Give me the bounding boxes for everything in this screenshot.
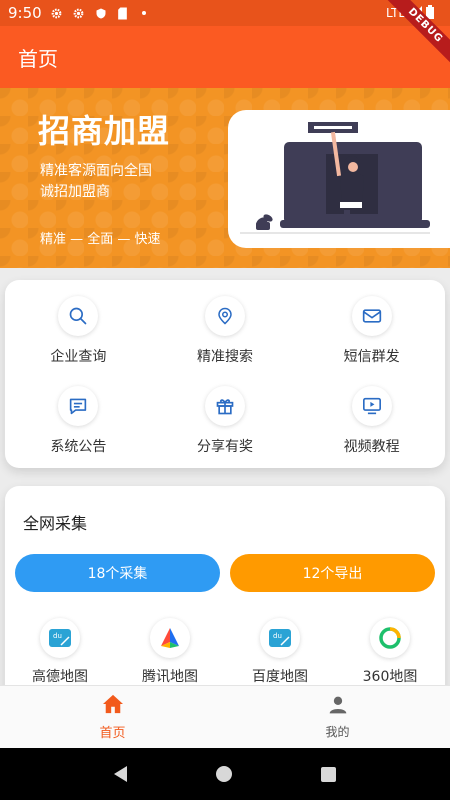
collect-button[interactable]: 18个采集	[15, 554, 220, 592]
action-system-notice[interactable]: 系统公告	[5, 376, 152, 466]
gear-icon	[72, 6, 86, 20]
notification-dot-icon	[141, 11, 146, 15]
tencent-map-icon	[150, 618, 190, 658]
action-share-reward[interactable]: 分享有奖	[152, 376, 299, 466]
action-label: 分享有奖	[196, 439, 253, 455]
source-tencent-map[interactable]: 腾讯地图	[115, 618, 225, 686]
person-icon	[328, 695, 348, 719]
video-icon	[351, 386, 392, 426]
shield-icon	[94, 6, 108, 20]
quick-actions-card: 企业查询 精准搜索 短信群发 系统公告 分享有奖 视频教程	[5, 280, 445, 468]
banner-headline: 招商加盟	[38, 112, 171, 150]
gear-icon	[50, 6, 64, 20]
source-label: 360地图	[362, 669, 418, 685]
recents-icon[interactable]	[320, 766, 336, 782]
baidu-map-icon: du	[260, 618, 300, 658]
back-icon[interactable]	[114, 766, 128, 782]
gift-icon	[204, 386, 245, 426]
source-360-map[interactable]: 360地图	[335, 618, 445, 686]
page-title: 首页	[18, 46, 58, 71]
chat-icon	[58, 386, 99, 426]
status-time: 9:50	[8, 4, 42, 22]
360-map-icon	[370, 618, 410, 658]
svg-text:du: du	[53, 632, 62, 640]
source-label: 高德地图	[32, 669, 88, 685]
banner-illustration	[228, 110, 450, 248]
promo-banner[interactable]: 招商加盟 精准客源面向全国 诚招加盟商 精准 — 全面 — 快速	[0, 88, 450, 268]
banner-slogan: 精准 — 全面 — 快速	[40, 232, 161, 247]
source-label: 百度地图	[252, 669, 308, 685]
system-navigation-bar	[0, 748, 450, 800]
action-company-query[interactable]: 企业查询	[5, 286, 152, 376]
home-icon	[102, 694, 124, 718]
export-button[interactable]: 12个导出	[230, 554, 435, 592]
amap-icon: du	[40, 618, 80, 658]
section-title: 全网采集	[23, 514, 88, 533]
action-precise-search[interactable]: 精准搜索	[152, 286, 299, 376]
home-button-icon[interactable]	[215, 766, 232, 782]
action-label: 短信群发	[343, 349, 400, 365]
banner-subline-1: 精准客源面向全国	[40, 163, 152, 179]
mail-icon	[351, 296, 392, 336]
nav-mine-label: 我的	[325, 724, 350, 739]
search-icon	[58, 296, 99, 336]
action-label: 精准搜索	[196, 349, 253, 365]
action-sms-broadcast[interactable]: 短信群发	[298, 286, 445, 376]
svg-text:du: du	[273, 632, 282, 640]
action-label: 系统公告	[50, 439, 107, 455]
app-bar: 首页	[0, 26, 450, 88]
source-baidu-map[interactable]: du 百度地图	[225, 618, 335, 686]
status-bar: 9:50 LTE	[0, 0, 450, 26]
nav-mine[interactable]: 我的	[225, 686, 450, 748]
action-video-tutorial[interactable]: 视频教程	[298, 376, 445, 466]
source-label: 腾讯地图	[142, 669, 198, 685]
action-label: 企业查询	[50, 349, 107, 365]
action-label: 视频教程	[343, 439, 400, 455]
bottom-navigation: 首页 我的	[0, 685, 450, 748]
source-amap[interactable]: du 高德地图	[5, 618, 115, 686]
location-pin-icon	[204, 296, 245, 336]
collection-card: 全网采集 18个采集 12个导出 du 高德地图 腾讯地图 du 百度地图 36…	[5, 486, 445, 716]
nav-home-label: 首页	[99, 725, 126, 741]
sd-card-icon	[116, 6, 130, 20]
banner-subline-2: 诚招加盟商	[40, 184, 110, 200]
nav-home[interactable]: 首页	[0, 686, 225, 748]
